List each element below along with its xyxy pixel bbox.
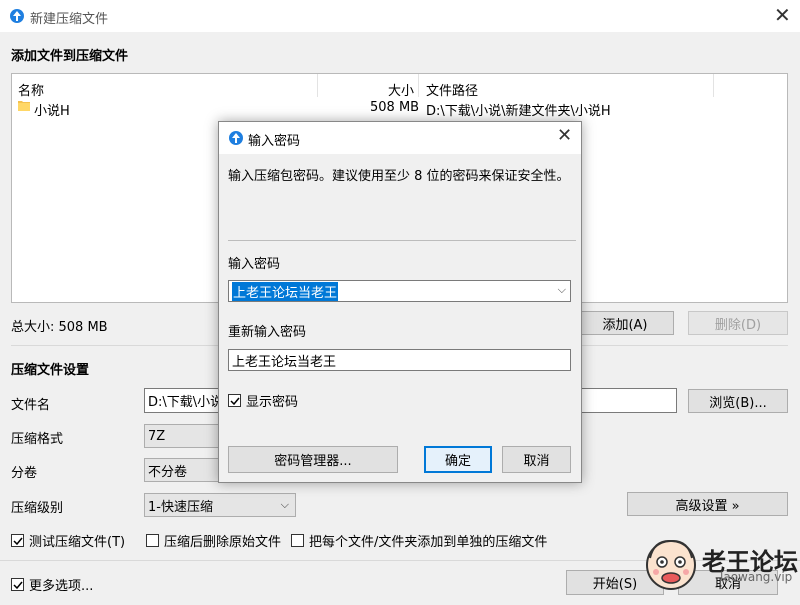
section-settings-title: 压缩文件设置 xyxy=(11,363,90,378)
file-size-cell: 508 MB xyxy=(370,100,420,115)
file-name-cell: 小说H xyxy=(34,104,70,119)
delete-button[interactable]: 删除(D) xyxy=(688,311,788,335)
table-row[interactable]: 小说H 508 MB D:\下载\小说\新建文件夹\小说H xyxy=(12,97,787,119)
advanced-settings-button[interactable]: 高级设置 » xyxy=(627,492,788,516)
more-options-label: 更多选项... xyxy=(29,579,94,594)
password-input-value: 上老王论坛当老王 xyxy=(232,281,339,301)
ok-button[interactable]: 确定 xyxy=(424,446,492,473)
test-archive-label: 测试压缩文件(T) xyxy=(29,535,126,550)
filename-label: 文件名 xyxy=(11,398,51,413)
format-label: 压缩格式 xyxy=(11,432,64,447)
app-icon xyxy=(10,9,24,23)
checkmark-icon xyxy=(228,394,241,407)
file-path-cell: D:\下载\小说\新建文件夹\小说H xyxy=(426,104,611,119)
add-button[interactable]: 添加(A) xyxy=(576,311,674,335)
browse-button[interactable]: 浏览(B)... xyxy=(688,389,788,413)
level-label: 压缩级别 xyxy=(11,501,64,516)
volume-select-value: 不分卷 xyxy=(148,464,188,480)
section-add-files-title: 添加文件到压缩文件 xyxy=(11,49,129,64)
separate-archives-label: 把每个文件/文件夹添加到单独的压缩文件 xyxy=(309,535,548,550)
folder-icon xyxy=(18,100,30,116)
dialog-titlebar: 输入密码 ✕ xyxy=(219,122,581,154)
column-separator xyxy=(713,74,714,97)
divider xyxy=(228,240,576,241)
main-titlebar: 新建压缩文件 ✕ xyxy=(0,0,800,32)
checkmark-icon xyxy=(11,578,24,591)
password-label: 输入密码 xyxy=(228,257,281,272)
delete-after-label: 压缩后删除原始文件 xyxy=(164,535,282,550)
mascot-avatar xyxy=(642,534,700,592)
volume-label: 分卷 xyxy=(11,466,38,481)
watermark-url: laowang.vip xyxy=(720,570,793,584)
checkbox-box xyxy=(146,534,159,547)
more-options-checkbox[interactable]: 更多选项... xyxy=(11,575,93,594)
password-input[interactable]: 上老王论坛当老王 ⌵ xyxy=(228,280,571,302)
format-select-value: 7Z xyxy=(148,428,166,444)
close-icon[interactable]: ✕ xyxy=(557,127,572,145)
reenter-password-label: 重新输入密码 xyxy=(228,325,307,340)
level-select-value: 1-快速压缩 xyxy=(148,499,213,515)
dialog-title: 输入密码 xyxy=(248,134,301,149)
chevron-down-icon: ⌵ xyxy=(280,498,289,511)
checkbox-box xyxy=(291,534,304,547)
reenter-password-input[interactable]: 上老王论坛当老王 xyxy=(228,349,571,371)
test-archive-checkbox[interactable]: 测试压缩文件(T) xyxy=(11,531,125,550)
column-separator xyxy=(317,74,318,97)
close-icon[interactable]: ✕ xyxy=(774,5,791,25)
dialog-description: 输入压缩包密码。建议使用至少 8 位的密码来保证安全性。 xyxy=(228,169,570,184)
separate-archives-checkbox[interactable]: 把每个文件/文件夹添加到单独的压缩文件 xyxy=(291,531,547,550)
show-password-label: 显示密码 xyxy=(246,395,299,410)
column-separator xyxy=(418,74,419,97)
delete-after-checkbox[interactable]: 压缩后删除原始文件 xyxy=(146,531,281,550)
dialog-cancel-button[interactable]: 取消 xyxy=(502,446,571,473)
watermark: 老王论坛 laowang.vip xyxy=(640,530,800,605)
total-size-label: 总大小: 508 MB xyxy=(11,320,108,335)
password-dialog: 输入密码 ✕ 输入压缩包密码。建议使用至少 8 位的密码来保证安全性。 输入密码… xyxy=(218,121,582,483)
checkmark-icon xyxy=(11,534,24,547)
password-manager-button[interactable]: 密码管理器... xyxy=(228,446,398,473)
chevron-down-icon[interactable]: ⌵ xyxy=(558,283,566,297)
show-password-checkbox[interactable]: 显示密码 xyxy=(228,391,298,410)
app-icon xyxy=(229,131,243,145)
window-title: 新建压缩文件 xyxy=(30,12,109,27)
level-select[interactable]: 1-快速压缩 ⌵ xyxy=(144,493,296,517)
